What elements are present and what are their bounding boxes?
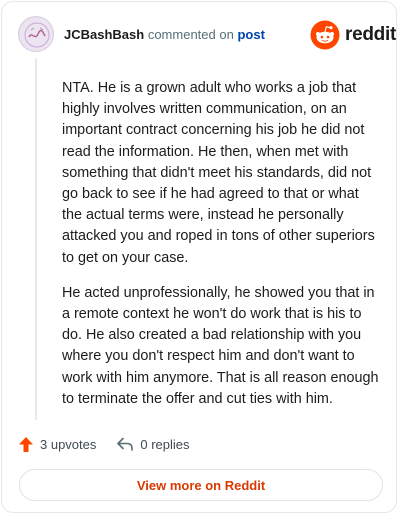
embedded-comment-card: JCBashBash commented on post reddit NTA.… [1, 1, 397, 513]
upvote-button[interactable]: 3 upvotes [18, 436, 96, 453]
comment-paragraph: NTA. He is a grown adult who works a job… [62, 80, 375, 266]
comment-body: NTA. He is a grown adult who works a job… [62, 78, 380, 424]
avatar[interactable] [18, 16, 54, 52]
reply-button[interactable]: 0 replies [116, 436, 190, 452]
reddit-snoo-icon [310, 20, 340, 50]
view-more-button[interactable]: View more on Reddit [19, 469, 383, 501]
reddit-logo[interactable]: reddit [310, 20, 396, 50]
comment-actions: 3 upvotes 0 replies [18, 432, 190, 456]
comment-paragraph: He acted unprofessionally, he showed you… [62, 284, 379, 407]
reddit-wordmark: reddit [345, 24, 396, 45]
reply-arrow-icon [117, 437, 134, 451]
action-text: commented on [147, 27, 234, 42]
upvote-arrow-icon [19, 436, 33, 452]
upvote-count: 3 upvotes [40, 436, 97, 452]
thread-line [35, 58, 37, 420]
avatar-image [20, 18, 53, 51]
username[interactable]: JCBashBash [64, 27, 144, 42]
comment-header: JCBashBash commented on post [64, 27, 265, 43]
reply-count: 0 replies [140, 436, 190, 452]
post-link[interactable]: post [237, 27, 264, 42]
